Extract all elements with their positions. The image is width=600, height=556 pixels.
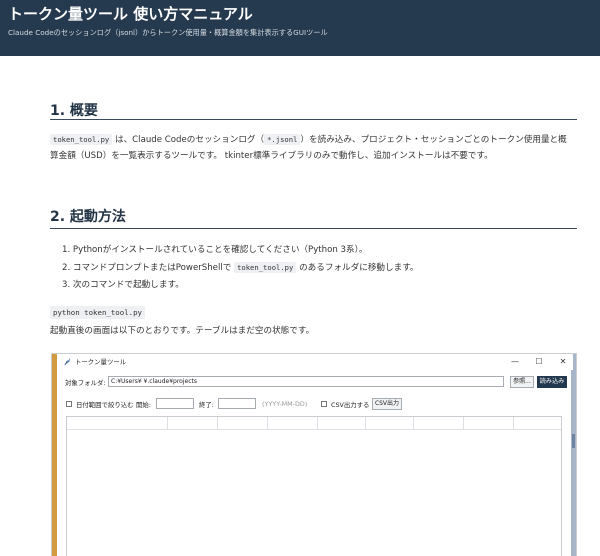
- page-header: トークン量ツール 使い方マニュアル Claude Codeのセッションログ（js…: [0, 0, 600, 56]
- inline-code: *.jsonl: [264, 134, 301, 145]
- startup-steps-list: 1. Pythonがインストールされていることを確認してください（Python …: [62, 243, 419, 296]
- folder-row: 対象フォルダ: C:¥Users¥ ¥.claude¥projects 参照..…: [57, 375, 573, 391]
- date-filter-checkbox[interactable]: [66, 401, 72, 407]
- start-date-input[interactable]: [156, 398, 194, 409]
- end-date-input[interactable]: [218, 398, 256, 409]
- page-subtitle: Claude Codeのセッションログ（jsonl）からトークン使用量・概算金額…: [8, 28, 328, 37]
- list-item: 2. コマンドプロンプトまたはPowerShellで token_tool.py…: [62, 261, 419, 279]
- folder-label: 対象フォルダ:: [65, 379, 106, 387]
- section-heading-overview: 1. 概要: [50, 103, 98, 119]
- column-separator: [217, 417, 218, 430]
- app-screenshot: トークン量ツール — ☐ ✕ 対象フォルダ: C:¥Users¥ ¥.claud…: [51, 353, 577, 556]
- step2-text-b: のあるフォルダに移動します。: [296, 262, 419, 273]
- overview-paragraph: token_tool.py は、Claude Codeのセッションログ（ *.js…: [50, 132, 570, 164]
- section-divider: [50, 228, 577, 229]
- inline-code: token_tool.py: [234, 261, 297, 273]
- column-separator: [267, 417, 268, 430]
- section-divider: [50, 119, 577, 120]
- close-button[interactable]: ✕: [553, 354, 573, 370]
- maximize-button[interactable]: ☐: [529, 354, 549, 370]
- section-heading-startup: 2. 起動方法: [50, 209, 126, 225]
- list-item: 1. Pythonがインストールされていることを確認してください（Python …: [62, 245, 368, 255]
- csv-export-button[interactable]: CSV出力: [372, 398, 402, 410]
- list-item: 3. 次のコマンドで起動します。: [62, 280, 184, 290]
- browse-button[interactable]: 参照...: [510, 376, 534, 388]
- column-separator: [463, 417, 464, 430]
- start-label: 開始:: [136, 401, 151, 409]
- results-table[interactable]: [66, 416, 562, 556]
- csv-output-checkbox[interactable]: [321, 401, 327, 407]
- csv-output-label: CSV出力する: [331, 401, 370, 409]
- load-button[interactable]: 読み込み: [537, 376, 567, 388]
- folder-input[interactable]: C:¥Users¥ ¥.claude¥projects: [108, 376, 504, 387]
- end-label: 終了:: [199, 401, 214, 409]
- column-separator: [317, 417, 318, 430]
- column-separator: [365, 417, 366, 430]
- overview-text-part1: は、Claude Codeのセッションログ（: [112, 135, 265, 145]
- column-separator: [413, 417, 414, 430]
- document-body: 1. 概要 token_tool.py は、Claude Codeのセッションロ…: [0, 56, 600, 556]
- page-title: トークン量ツール 使い方マニュアル: [8, 5, 253, 23]
- after-startup-paragraph: 起動直後の画面は以下のとおりです。テーブルはまだ空の状態です。: [50, 326, 315, 336]
- scrollbar-thumb: [572, 434, 575, 448]
- command-code-block: python token_tool.py: [50, 306, 145, 319]
- step2-text-a: 2. コマンドプロンプトまたはPowerShellで: [62, 262, 235, 273]
- filter-row: 日付範囲で絞り込む 開始: 終了: (YYYY-MM-DD) CSV出力する C…: [57, 397, 573, 413]
- feather-icon: [64, 357, 71, 366]
- inline-code: token_tool.py: [50, 134, 113, 145]
- app-titlebar: トークン量ツール — ☐ ✕: [57, 354, 573, 370]
- column-separator: [167, 417, 168, 430]
- table-header-row: [67, 417, 561, 430]
- date-filter-label: 日付範囲で絞り込む: [76, 401, 134, 409]
- app-window-title: トークン量ツール: [75, 358, 127, 366]
- date-format-hint: (YYYY-MM-DD): [262, 400, 308, 408]
- minimize-button[interactable]: —: [505, 354, 525, 370]
- column-separator: [513, 417, 514, 430]
